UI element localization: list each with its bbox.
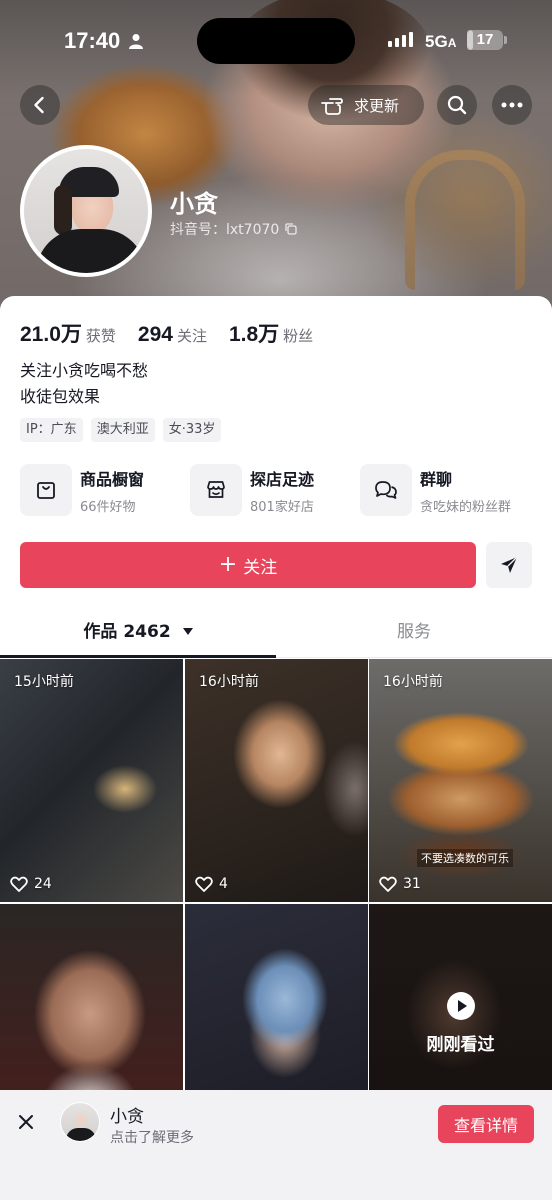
heart-icon (379, 876, 397, 892)
shop-window-entry[interactable]: 商品橱窗 66件好物 (20, 464, 190, 516)
banner-subtitle: 点击了解更多 (110, 1130, 194, 1146)
feature-entries: 商品橱窗 66件好物 探店足迹 801家好店 群聊 贪吃妹的粉丝群 (20, 464, 540, 516)
signal-icon (388, 32, 413, 47)
profile-bio: 关注小贪吃喝不愁 收徒包效果 (20, 358, 148, 410)
network-type: 5GA (425, 32, 457, 51)
follow-label: 关注 (243, 557, 278, 578)
plus-icon: + (218, 552, 238, 577)
likes-count[interactable]: 21.0万 (20, 318, 82, 348)
bio-line: 收徒包效果 (20, 387, 101, 406)
just-watched-marker: 刚刚看过 (369, 992, 552, 1055)
profile-avatar[interactable] (20, 145, 152, 277)
more-button[interactable] (492, 85, 532, 125)
video-time: 16小时前 (383, 674, 443, 690)
tab-works[interactable]: 作品 2462 (0, 610, 276, 658)
copy-icon (285, 223, 297, 235)
search-icon (447, 95, 467, 115)
tab-works-count: 2462 (123, 622, 171, 642)
view-details-button[interactable]: 查看详情 (438, 1105, 534, 1143)
group-chat-entry[interactable]: 群聊 贪吃妹的粉丝群 (360, 464, 530, 516)
person-icon (129, 34, 143, 49)
search-button[interactable] (437, 85, 477, 125)
feature-subtitle: 贪吃妹的粉丝群 (420, 499, 512, 515)
video-grid: 15小时前 24 16小时前 4 16小时前 不要选凑数的可乐 31 刚刚看过 (0, 659, 552, 1147)
heart-icon (195, 876, 213, 892)
feature-title: 商品橱窗 (80, 469, 145, 489)
more-dots-icon (501, 102, 523, 108)
chevron-left-icon (34, 96, 44, 114)
play-icon (446, 992, 475, 1020)
video-caption: 不要选凑数的可乐 (417, 849, 513, 867)
store-icon (190, 464, 242, 516)
content-tabs: 作品 2462 服务 (0, 610, 552, 658)
camera-notch (197, 18, 355, 64)
store-visits-entry[interactable]: 探店足迹 801家好店 (190, 464, 360, 516)
video-likes: 4 (195, 876, 228, 892)
heart-icon (10, 876, 28, 892)
region-tag: 澳大利亚 (90, 418, 155, 442)
tab-works-label: 作品 (83, 622, 118, 642)
just-watched-label: 刚刚看过 (426, 1035, 495, 1055)
profile-nickname: 小贪 (170, 190, 218, 218)
battery-icon: 17 (467, 30, 507, 50)
status-bar: 17:40 5GA 17 (0, 18, 552, 64)
tab-service[interactable]: 服务 (276, 610, 552, 658)
video-thumbnail[interactable]: 15小时前 24 (0, 659, 183, 902)
profile-tags: IP：广东 澳大利亚 女·33岁 (20, 418, 222, 442)
send-icon (501, 556, 518, 573)
request-update-button[interactable]: 求更新 (308, 85, 424, 125)
following-label: 关注 (176, 327, 207, 345)
feature-subtitle: 801家好店 (250, 499, 314, 515)
likes-label: 获赞 (85, 327, 116, 345)
video-time: 15小时前 (14, 674, 74, 690)
banner-avatar (60, 1102, 100, 1142)
bio-line: 关注小贪吃喝不愁 (20, 361, 149, 380)
battery-level: 17 (476, 31, 494, 48)
gender-age-tag: 女·33岁 (162, 418, 222, 442)
profile-stats: 21.0万 获赞 294 关注 1.8万 粉丝 (20, 318, 335, 348)
request-update-label: 求更新 (354, 96, 400, 115)
video-likes: 31 (379, 876, 421, 892)
following-count[interactable]: 294 (138, 323, 173, 347)
video-thumbnail[interactable]: 16小时前 不要选凑数的可乐 31 (369, 659, 552, 902)
douyin-id-text: 抖音号：lxt7070 (170, 222, 280, 238)
bottom-banner[interactable]: 小贪 点击了解更多 查看详情 (0, 1090, 552, 1200)
share-button[interactable] (486, 542, 532, 588)
caret-down-icon (182, 628, 193, 635)
video-time: 16小时前 (199, 674, 259, 690)
feature-title: 探店足迹 (250, 469, 315, 489)
pointing-hand-icon (321, 98, 343, 115)
followers-label: 粉丝 (283, 327, 314, 345)
shop-bag-icon (20, 464, 72, 516)
ip-location-tag: IP：广东 (20, 418, 83, 442)
followers-count[interactable]: 1.8万 (229, 318, 279, 348)
close-icon[interactable] (16, 1112, 36, 1132)
video-likes: 24 (10, 876, 52, 892)
douyin-id[interactable]: 抖音号：lxt7070 (170, 219, 297, 239)
follow-button[interactable]: + 关注 (20, 542, 476, 588)
video-thumbnail[interactable]: 16小时前 4 (185, 659, 368, 902)
status-time: 17:40 (64, 28, 121, 53)
banner-name: 小贪 (110, 1107, 144, 1127)
back-button[interactable] (20, 85, 60, 125)
feature-subtitle: 66件好物 (80, 499, 136, 515)
feature-title: 群聊 (420, 469, 453, 489)
chat-bubbles-icon (360, 464, 412, 516)
